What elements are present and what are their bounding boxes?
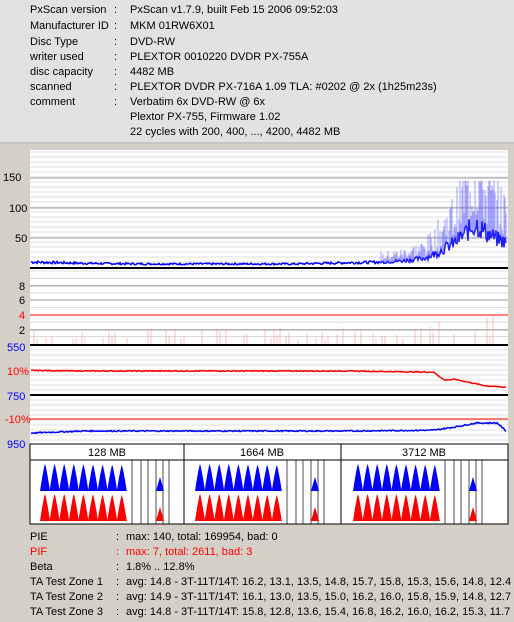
info-label: Manufacturer ID bbox=[30, 20, 109, 32]
info-separator: : bbox=[114, 81, 118, 93]
stat-separator: : bbox=[116, 576, 120, 588]
info-value: Verbatim 6x DVD-RW @ 6x bbox=[130, 96, 266, 108]
stat-value: 1.8% .. 12.8% bbox=[126, 561, 195, 573]
pie-baseline bbox=[30, 267, 508, 269]
info-label: PxScan version bbox=[30, 4, 107, 16]
pif-ytick-label: 6 bbox=[19, 295, 25, 307]
disc-info-panel: PxScan version : PxScan v1.7.9, built Fe… bbox=[0, 0, 514, 142]
ta-zone-label: 1664 MB bbox=[240, 447, 284, 459]
scan-plot-area: 150 100 50 8 6 4 2 550 10% 750 -10% 950 bbox=[0, 144, 514, 530]
info-label: Disc Type bbox=[30, 36, 79, 48]
beta-ytick-label: 750 bbox=[7, 391, 25, 403]
pie-ytick-label: 100 bbox=[9, 203, 27, 215]
ta-zone-label: 128 MB bbox=[88, 447, 126, 459]
info-separator: : bbox=[114, 51, 118, 63]
beta-ytick-label: -10% bbox=[5, 414, 31, 426]
pif-baseline bbox=[30, 344, 508, 346]
stat-label: PIE bbox=[30, 531, 48, 543]
info-label: writer used bbox=[30, 51, 84, 63]
info-separator: : bbox=[114, 96, 118, 108]
pif-plot-bg bbox=[30, 269, 508, 345]
stat-label: TA Test Zone 3 bbox=[30, 606, 103, 618]
info-value: PLEXTOR DVDR PX-716A 1.09 TLA: #0202 @ 2… bbox=[130, 81, 437, 93]
info-label: disc capacity bbox=[30, 66, 93, 78]
jitter-ytick-label: 10% bbox=[7, 366, 29, 378]
info-comment-line: Plextor PX-755, Firmware 1.02 bbox=[130, 111, 281, 123]
beta-ytick-label: 950 bbox=[7, 439, 25, 451]
pie-ytick-label: 50 bbox=[15, 233, 27, 245]
stat-value: avg: 14.8 - 3T-11T/14T: 16.2, 13.1, 13.5… bbox=[126, 576, 512, 588]
pie-ytick-label: 150 bbox=[3, 172, 21, 184]
info-separator: : bbox=[114, 66, 118, 78]
info-value: PxScan v1.7.9, built Feb 15 2006 09:52:0… bbox=[130, 4, 338, 16]
stat-separator: : bbox=[116, 591, 120, 603]
stat-value: max: 140, total: 169954, bad: 0 bbox=[126, 531, 278, 543]
info-value: MKM 01RW6X01 bbox=[130, 20, 215, 32]
stat-separator: : bbox=[116, 546, 120, 558]
pie-plot-bg bbox=[30, 150, 508, 267]
jitter-baseline bbox=[30, 394, 508, 396]
ta-zone-label: 3712 MB bbox=[402, 447, 446, 459]
stat-value: avg: 14.9 - 3T-11T/14T: 16.1, 13.0, 13.5… bbox=[126, 591, 512, 603]
info-separator: : bbox=[114, 36, 118, 48]
jitter-ytick-label: 550 bbox=[7, 342, 25, 354]
info-separator: : bbox=[114, 4, 118, 16]
info-value: PLEXTOR 0010220 DVDR PX-755A bbox=[130, 51, 309, 63]
stat-value: max: 7, total: 2611, bad: 3 bbox=[126, 546, 253, 558]
stat-label: Beta bbox=[30, 561, 53, 573]
info-value: DVD-RW bbox=[130, 36, 176, 48]
info-separator: : bbox=[114, 20, 118, 32]
stat-label: PIF bbox=[30, 546, 48, 558]
stat-label: TA Test Zone 2 bbox=[30, 591, 103, 603]
scan-charts-svg: 150 100 50 8 6 4 2 550 10% 750 -10% 950 bbox=[3, 150, 509, 525]
stat-value: avg: 14.8 - 3T-11T/14T: 15.8, 12.8, 13.6… bbox=[126, 606, 511, 618]
pif-ytick-label: 2 bbox=[19, 325, 25, 337]
info-comment-line: 22 cycles with 200, 400, ..., 4200, 4482… bbox=[130, 126, 341, 138]
info-label: comment bbox=[30, 96, 76, 108]
info-value: 4482 MB bbox=[130, 66, 175, 78]
info-label: scanned bbox=[30, 81, 72, 93]
stat-separator: : bbox=[116, 561, 120, 573]
stat-label: TA Test Zone 1 bbox=[30, 576, 103, 588]
pif-ytick-label: 4 bbox=[19, 310, 25, 322]
pif-ytick-label: 8 bbox=[19, 281, 25, 293]
stat-separator: : bbox=[116, 531, 120, 543]
stat-separator: : bbox=[116, 606, 120, 618]
